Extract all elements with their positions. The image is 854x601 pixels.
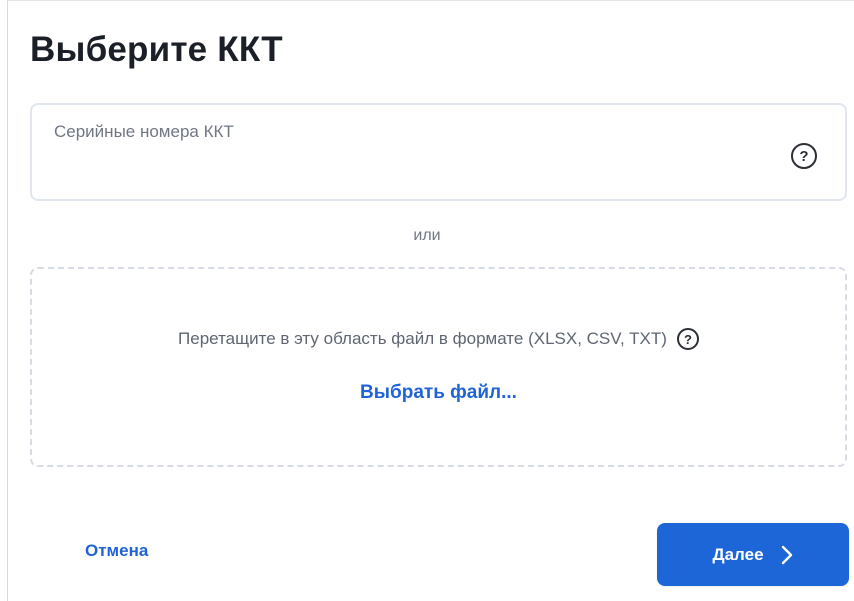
question-circle-icon[interactable]: ? bbox=[791, 143, 817, 169]
dropzone-hint-row: Перетащите в эту область файл в формате … bbox=[32, 328, 845, 350]
next-button[interactable]: Далее bbox=[657, 523, 849, 586]
file-dropzone[interactable]: Перетащите в эту область файл в формате … bbox=[30, 267, 847, 467]
serial-numbers-field[interactable]: Серийные номера ККТ ? bbox=[30, 103, 847, 201]
cancel-button[interactable]: Отмена bbox=[85, 541, 148, 561]
dialog-left-border bbox=[7, 0, 8, 601]
choose-file-link[interactable]: Выбрать файл... bbox=[32, 382, 845, 404]
help-glyph: ? bbox=[799, 147, 809, 165]
select-kkt-dialog: Выберите ККТ Серийные номера ККТ ? или П… bbox=[0, 0, 854, 601]
question-circle-icon[interactable]: ? bbox=[676, 328, 699, 350]
or-separator: или bbox=[413, 227, 441, 244]
dialog-top-border bbox=[7, 0, 854, 1]
dropzone-hint-text: Перетащите в эту область файл в формате … bbox=[178, 329, 667, 348]
next-button-label: Далее bbox=[712, 544, 764, 564]
chevron-right-icon bbox=[781, 545, 792, 564]
serial-numbers-placeholder: Серийные номера ККТ bbox=[54, 122, 234, 141]
page-title: Выберите ККТ bbox=[30, 30, 283, 69]
help-glyph: ? bbox=[683, 331, 692, 347]
